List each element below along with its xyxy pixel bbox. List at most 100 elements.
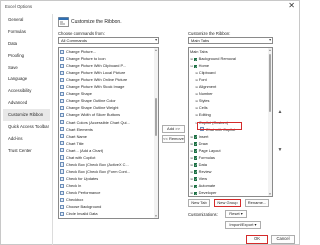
command-list-item[interactable]: Chat with Copilot xyxy=(60,155,95,161)
choose-commands-label: Choose commands from: xyxy=(58,31,105,36)
ribbon-tree-item[interactable]: ⊞ ✓Page Layout xyxy=(190,148,221,154)
command-list-item[interactable]: Change Picture... xyxy=(60,49,96,55)
ribbon-tree-label: Automate xyxy=(198,182,216,188)
ribbon-tree-item[interactable]: ⊟ ✓Home xyxy=(190,63,209,69)
scrollbar-thumb[interactable] xyxy=(154,98,158,136)
move-down-icon[interactable]: ▼ xyxy=(277,147,283,153)
nav-item-add-ins[interactable]: Add-ins xyxy=(3,133,50,145)
import-export-button[interactable]: Import/Export ▾ xyxy=(225,221,261,229)
command-list-item[interactable]: Change Width of Slicer Buttons xyxy=(60,112,120,118)
command-label: Change Picture With Online Picture xyxy=(65,77,128,83)
ribbon-tree-item[interactable]: ⊞Cells xyxy=(195,105,207,111)
ok-button[interactable]: OK xyxy=(246,235,268,244)
ribbon-tree-item[interactable]: ⊞Editing xyxy=(195,112,210,118)
nav-item-quick-access-toolbar[interactable]: Quick Access Toolbar xyxy=(3,121,50,133)
tab-checkbox[interactable]: ✓ xyxy=(193,57,198,62)
nav-item-advanced[interactable]: Advanced xyxy=(3,97,50,109)
command-label: Chart Title xyxy=(65,140,84,146)
scroll-up-icon[interactable]: ▲ xyxy=(268,48,272,52)
commands-list[interactable]: Change Picture... Change Picture to Icon C… xyxy=(58,47,159,219)
nav-item-accessibility[interactable]: Accessibility xyxy=(3,85,50,97)
ribbon-tree-item[interactable]: ⊞Styles xyxy=(195,98,209,104)
rename-button[interactable]: Rename... xyxy=(245,199,269,207)
new-tab-button[interactable]: New Tab xyxy=(188,199,210,207)
tab-checkbox[interactable]: ✓ xyxy=(193,191,198,196)
ribbon-tree-item[interactable]: ⊞ ✓Developer xyxy=(190,190,216,196)
nav-item-language[interactable]: Language xyxy=(3,73,50,85)
command-list-item[interactable]: Check Box (Check Box (ActiveX C... xyxy=(60,162,129,168)
command-list-item[interactable]: Change Picture to Icon xyxy=(60,56,106,62)
scroll-up-icon[interactable]: ▲ xyxy=(154,48,158,52)
ribbon-tree-label: Review xyxy=(198,168,212,174)
tab-checkbox[interactable]: ✓ xyxy=(193,156,198,160)
nav-item-data[interactable]: Data xyxy=(3,38,50,50)
tab-checkbox[interactable]: ✓ xyxy=(193,163,198,167)
commands-scrollbar[interactable]: ▲ ▼ xyxy=(154,48,158,218)
command-list-item[interactable]: Change Picture With Clipboard P... xyxy=(60,63,126,69)
ribbon-tree-item[interactable]: ⊞ ✓Formulas xyxy=(190,155,215,161)
command-list-item[interactable]: Change Picture With Stock Image xyxy=(60,84,124,90)
ribbon-tree-item[interactable]: ⊞Clipboard xyxy=(195,70,215,76)
ribbon-tree-scrollbar[interactable]: ▲ ▼ xyxy=(268,48,272,196)
remove-button[interactable]: << Remove xyxy=(162,135,185,143)
ribbon-tree-item[interactable]: ⊞ ✓Review xyxy=(190,169,211,175)
nav-item-trust-center[interactable]: Trust Center xyxy=(3,145,50,157)
close-icon[interactable]: ✕ xyxy=(288,2,295,10)
command-icon xyxy=(60,134,65,139)
command-icon xyxy=(60,98,65,104)
title-bar: Excel Options ✕ xyxy=(1,1,301,14)
ribbon-tree-item[interactable]: ⊞ ✓Automate xyxy=(190,183,215,189)
customize-ribbon-label: Customize the Ribbon: xyxy=(188,31,231,36)
command-list-item[interactable]: Check Performance xyxy=(60,190,100,196)
command-list-item[interactable]: Change Picture With Local Picture xyxy=(60,70,125,76)
new-group-button[interactable]: New Group xyxy=(214,199,241,207)
ribbon-tree-item[interactable]: ⊞ ✓Background Removal xyxy=(190,56,236,62)
add-button[interactable]: Add >> xyxy=(162,125,185,133)
ribbon-tree-item[interactable]: Main Tabs xyxy=(190,49,208,55)
tab-checkbox[interactable]: ✓ xyxy=(193,142,198,146)
command-list-item[interactable]: Chart Colors (Accessible Chart Qui... xyxy=(60,120,130,126)
tab-checkbox[interactable]: ✓ xyxy=(193,177,198,182)
nav-item-formulas[interactable]: Formulas xyxy=(3,26,50,38)
command-list-item[interactable]: Change Shape xyxy=(60,91,92,97)
command-list-item[interactable]: Change Shape Outline Color xyxy=(60,98,116,104)
nav-item-general[interactable]: General xyxy=(3,14,50,26)
tab-checkbox[interactable]: ✓ xyxy=(193,184,198,189)
command-label: Circle Invalid Data xyxy=(65,211,98,217)
ribbon-tree-item[interactable]: ⊞ ✓Insert xyxy=(190,134,208,140)
tab-checkbox[interactable]: ✓ xyxy=(193,135,198,139)
ribbon-tree-item[interactable]: ⊞ ✓Draw xyxy=(190,141,208,147)
command-list-item[interactable]: Chart... (Add a Chart) xyxy=(60,148,103,154)
command-list-item[interactable]: Choose Background xyxy=(60,204,101,210)
command-list-item[interactable]: Chart Elements xyxy=(60,127,93,133)
command-list-item[interactable]: Change Picture With Online Picture xyxy=(60,77,127,83)
command-list-item[interactable]: Checkbox xyxy=(60,197,83,203)
cancel-button[interactable]: Cancel xyxy=(271,235,295,244)
command-list-item[interactable]: Chart Title xyxy=(60,141,84,147)
nav-item-save[interactable]: Save xyxy=(3,62,50,74)
ribbon-tree-item[interactable]: ⊞ ✓View xyxy=(190,176,207,182)
tab-checkbox[interactable]: ✓ xyxy=(193,64,198,69)
scroll-down-icon[interactable]: ▼ xyxy=(268,192,272,196)
command-list-item[interactable]: Check Box (Check Box (Form Cont... xyxy=(60,169,130,175)
command-list-item[interactable]: Check In xyxy=(60,183,81,189)
nav-item-proofing[interactable]: Proofing xyxy=(3,50,50,62)
reset-button[interactable]: Reset ▾ xyxy=(225,210,247,218)
ribbon-tree-item[interactable]: ⊞Font xyxy=(195,77,206,83)
ribbon-tree-item[interactable]: ⊞Alignment xyxy=(195,84,216,90)
customize-ribbon-dropdown[interactable]: Main Tabs ▾ xyxy=(188,37,273,44)
choose-commands-dropdown[interactable]: All Commands ▾ xyxy=(58,37,159,44)
scrollbar-thumb[interactable] xyxy=(268,54,272,112)
scroll-down-icon[interactable]: ▼ xyxy=(154,214,158,218)
command-list-item[interactable]: Change Shape Outline Weight xyxy=(60,105,118,111)
command-label: Chart Colors (Accessible Chart Qui... xyxy=(65,119,130,125)
command-list-item[interactable]: Circle Invalid Data xyxy=(60,211,98,217)
command-list-item[interactable]: Check for Updates xyxy=(60,176,98,182)
tab-checkbox[interactable]: ✓ xyxy=(193,149,198,153)
move-up-icon[interactable]: ▲ xyxy=(277,109,283,115)
ribbon-tree-item[interactable]: ⊞Number xyxy=(195,91,212,97)
tab-checkbox[interactable]: ✓ xyxy=(193,170,198,175)
ribbon-tree-item[interactable]: ⊞ ✓Data xyxy=(190,162,207,168)
command-list-item[interactable]: Chart Name xyxy=(60,134,87,140)
nav-item-customize-ribbon[interactable]: Customize Ribbon xyxy=(3,109,50,122)
